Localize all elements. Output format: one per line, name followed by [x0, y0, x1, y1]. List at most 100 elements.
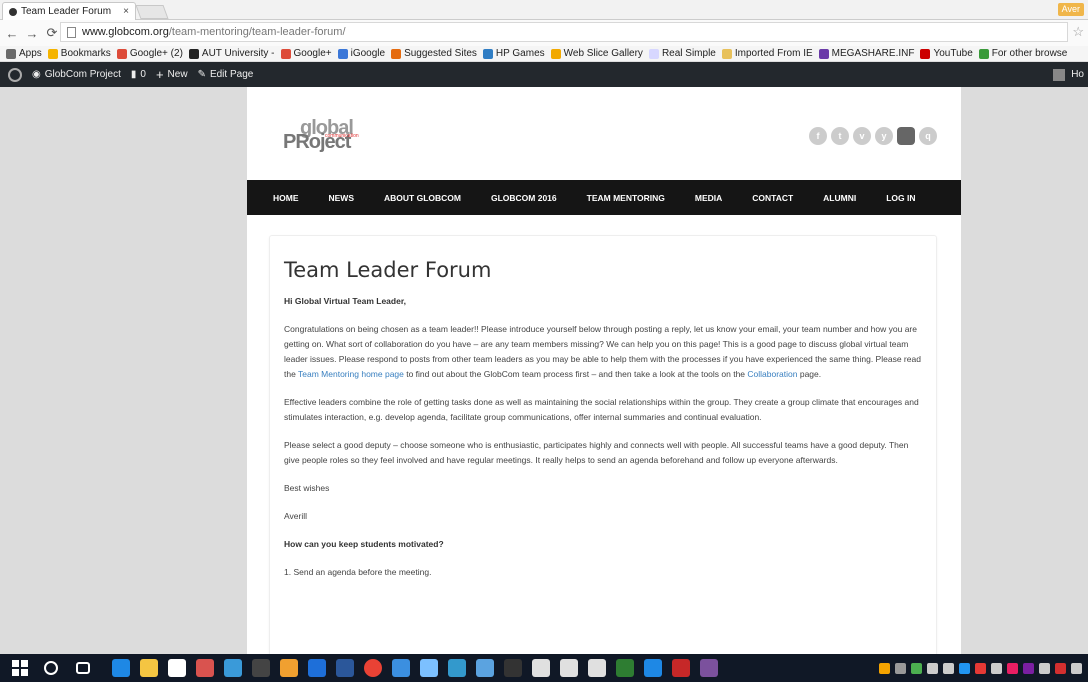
comments-link[interactable]: ▮ 0	[131, 69, 146, 80]
tray-icon[interactable]	[879, 662, 890, 674]
youtube-icon[interactable]: y	[875, 127, 893, 145]
file-explorer-icon[interactable]	[140, 659, 158, 677]
browser-tabbar: Team Leader Forum × Aver	[0, 0, 1088, 20]
edit-page-link[interactable]: ✎ Edit Page	[198, 69, 254, 80]
task-view-icon[interactable]	[76, 662, 90, 674]
reload-icon[interactable]: ⟳	[44, 25, 60, 41]
tray-icon[interactable]	[1039, 662, 1050, 674]
logo-text-small: communication	[325, 133, 359, 139]
bookmark-item[interactable]: Web Slice Gallery	[550, 48, 643, 59]
app-icon[interactable]	[588, 659, 606, 677]
bookmark-item[interactable]: Real Simple	[648, 48, 716, 59]
facebook-icon[interactable]: f	[809, 127, 827, 145]
bookmark-label: Google+ (2)	[129, 48, 183, 59]
bookmark-item[interactable]: Bookmarks	[47, 48, 111, 59]
collaboration-link[interactable]: Collaboration	[747, 369, 797, 379]
app-icon[interactable]	[448, 659, 466, 677]
app-icon[interactable]	[532, 659, 550, 677]
tray-icon[interactable]	[1007, 662, 1018, 674]
bookmark-label: For other browse	[991, 48, 1068, 59]
twitter-icon[interactable]: t	[831, 127, 849, 145]
address-toolbar: ← → ⟳ www.globcom.org /team-mentoring/te…	[0, 20, 1088, 46]
powerpoint-icon[interactable]	[196, 659, 214, 677]
acrobat-icon[interactable]	[672, 659, 690, 677]
bookmark-label: Real Simple	[661, 48, 716, 59]
bookmark-icon	[47, 48, 58, 59]
search-icon[interactable]	[44, 661, 58, 675]
app-icon[interactable]	[476, 659, 494, 677]
app-icon[interactable]	[420, 659, 438, 677]
tray-icon[interactable]	[895, 662, 906, 674]
store-icon[interactable]	[168, 659, 186, 677]
page-container: global PRoject communication f t v y q H…	[247, 87, 961, 654]
nav-media[interactable]: MEDIA	[695, 193, 722, 203]
howdy-label: Ho	[1071, 69, 1084, 80]
bookmark-item[interactable]: HP Games	[482, 48, 545, 59]
app-icon[interactable]	[560, 659, 578, 677]
search-icon[interactable]: q	[919, 127, 937, 145]
new-tab-button[interactable]	[135, 5, 169, 19]
onenote-icon[interactable]	[1023, 662, 1034, 674]
bookmark-star-icon[interactable]: ☆	[1072, 24, 1084, 40]
bookmark-item[interactable]: MEGASHARE.INF	[818, 48, 914, 59]
tray-icon[interactable]	[943, 662, 954, 674]
wordpress-logo-icon[interactable]	[8, 67, 22, 82]
nav-contact[interactable]: CONTACT	[752, 193, 793, 203]
tray-icon[interactable]	[927, 662, 938, 674]
chrome-icon[interactable]	[364, 659, 382, 677]
tray-icon[interactable]	[1055, 662, 1066, 674]
nav-news[interactable]: NEWS	[329, 193, 355, 203]
site-name-link[interactable]: ◉ GlobCom Project	[32, 69, 121, 80]
app-icon[interactable]	[392, 659, 410, 677]
tray-icon[interactable]	[911, 662, 922, 674]
vimeo-icon[interactable]: v	[853, 127, 871, 145]
nav-alumni[interactable]: ALUMNI	[823, 193, 856, 203]
word-icon[interactable]	[336, 659, 354, 677]
ie-icon[interactable]	[644, 659, 662, 677]
edge-icon[interactable]	[112, 659, 130, 677]
dashboard-icon: ◉	[32, 69, 41, 80]
bookmark-item[interactable]: Google+	[280, 48, 332, 59]
viber-icon[interactable]	[700, 659, 718, 677]
subheading: How can you keep students motivated?	[284, 539, 444, 549]
site-logo[interactable]: global PRoject communication	[283, 117, 373, 153]
nav-log-in[interactable]: LOG IN	[886, 193, 915, 203]
forward-arrow-icon[interactable]: →	[24, 26, 40, 41]
app-icon[interactable]	[308, 659, 326, 677]
nav-about-globcom[interactable]: ABOUT GLOBCOM	[384, 193, 461, 203]
browser-tab[interactable]: Team Leader Forum ×	[2, 2, 136, 20]
wifi-icon[interactable]	[1071, 662, 1082, 674]
bookmark-item[interactable]: Apps	[6, 48, 42, 59]
nav-globcom-2016[interactable]: GLOBCOM 2016	[491, 193, 557, 203]
team-mentoring-link[interactable]: Team Mentoring home page	[298, 369, 404, 379]
app-icon[interactable]	[504, 659, 522, 677]
back-arrow-icon[interactable]: ←	[4, 26, 20, 41]
volume-icon[interactable]	[991, 662, 1002, 674]
tray-icon[interactable]	[975, 662, 986, 674]
bookmark-item[interactable]: For other browse	[978, 48, 1068, 59]
bookmark-item[interactable]: AUT University -	[188, 48, 275, 59]
bookmark-item[interactable]: Imported From IE	[721, 48, 813, 59]
bookmarks-bar: Apps Bookmarks Google+ (2) AUT University -…	[0, 46, 1088, 62]
intro-text-c: page.	[797, 369, 822, 379]
new-content-link[interactable]: + New	[156, 67, 188, 82]
signoff: Best wishes	[284, 483, 330, 493]
bookmark-item[interactable]: Suggested Sites	[391, 48, 477, 59]
new-label: New	[167, 69, 188, 80]
nav-home[interactable]: HOME	[273, 193, 299, 203]
url-bar[interactable]: www.globcom.org /team-mentoring/team-lea…	[60, 22, 1068, 42]
instagram-icon[interactable]	[897, 127, 915, 145]
account-menu[interactable]: Ho	[1053, 68, 1084, 81]
windows-start-icon[interactable]	[12, 660, 28, 676]
nav-team-mentoring[interactable]: TEAM MENTORING	[587, 193, 665, 203]
app-icon[interactable]	[224, 659, 242, 677]
tray-icon[interactable]	[959, 662, 970, 674]
app-icon[interactable]	[252, 659, 270, 677]
app-icon[interactable]	[280, 659, 298, 677]
bookmark-item[interactable]: Google+ (2)	[116, 48, 183, 59]
profile-button[interactable]: Aver	[1057, 3, 1084, 16]
app-icon[interactable]	[616, 659, 634, 677]
bookmark-item[interactable]: YouTube	[920, 48, 973, 59]
bookmark-item[interactable]: iGoogle	[337, 48, 385, 59]
tab-close-icon[interactable]: ×	[123, 6, 129, 17]
